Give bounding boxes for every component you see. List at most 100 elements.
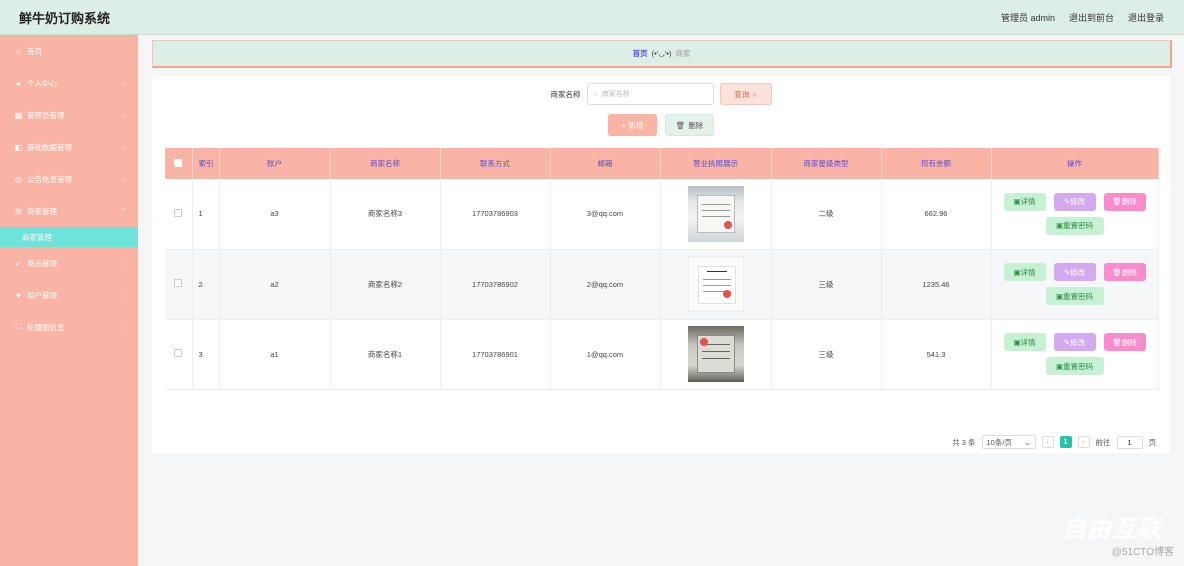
page-size-select[interactable]: 10条/页 ⌄ <box>981 435 1036 449</box>
sidebar-item-label: 首页 <box>27 46 42 56</box>
col-header[interactable]: 商家星级类型 <box>771 148 882 179</box>
cell-index: 2 <box>192 249 220 320</box>
edit-button[interactable]: ✎ 修改 <box>1053 192 1096 211</box>
batch-delete-button[interactable]: 🗑 删除 <box>665 114 714 136</box>
sidebar-item-label: 轮播图信息 <box>27 322 65 332</box>
chevron-down-icon: ⌄ <box>120 324 126 331</box>
delete-label: 删除 <box>1121 267 1137 277</box>
col-header: 营业执照展示 <box>660 148 772 179</box>
detail-label: 详情 <box>1020 267 1036 277</box>
cell-email: 2@qq.com <box>550 249 661 320</box>
delete-button[interactable]: 🗑 删除 <box>1103 333 1146 351</box>
cell-ops: ▣ 详情 ✎ 修改 🗑 删除 ▣ 重置密码 <box>991 319 1159 390</box>
sidebar-item-profile[interactable]: ● 个人中心 ⌄ <box>0 67 138 99</box>
page-number-current[interactable]: 1 <box>1059 436 1072 448</box>
cell-balance: 662.96 <box>881 179 992 250</box>
app-title: 鲜牛奶订购系统 <box>19 10 111 26</box>
sidebar-item-basic-data[interactable]: ◧ 基础数据管理 ⌄ <box>0 131 138 163</box>
sidebar-item-home[interactable]: ⌂ 首页 <box>0 35 138 67</box>
row-checkbox[interactable] <box>174 208 183 217</box>
edit-label: 修改 <box>1070 197 1086 207</box>
detail-button[interactable]: ▣ 详情 <box>1003 192 1046 211</box>
notice-icon: ◎ <box>15 174 22 184</box>
watermark-logo: 自由互联 <box>1062 516 1162 543</box>
watermark-source: @51CTO博客 <box>1111 547 1174 558</box>
row-checkbox[interactable] <box>174 349 183 357</box>
sidebar-item-goods[interactable]: ➶ 商品管理 ⌄ <box>0 247 138 279</box>
logout-link[interactable]: 退出登录 <box>1128 11 1164 24</box>
license-seal <box>699 338 708 346</box>
current-user-label: 管理员 admin <box>1000 12 1055 23</box>
goto-label: 前往 <box>1095 437 1111 447</box>
cell-name: 商家名称3 <box>330 179 441 250</box>
delete-button[interactable]: 🗑 删除 <box>1103 263 1146 281</box>
table-header-row: 索引 账户 商家名称 联系方式 邮箱 营业执照展示 商家星级类型 现有余额 操作 <box>165 148 1159 179</box>
row-actions: ▣ 详情 ✎ 修改 🗑 删除 ▣ 重置密码 <box>992 333 1158 375</box>
col-header[interactable]: 现有余额 <box>881 148 992 179</box>
data-icon: ◧ <box>14 142 23 152</box>
sidebar-item-users[interactable]: ♥ 用户管理 ⌄ <box>0 279 138 311</box>
row-select-cell[interactable] <box>165 179 193 250</box>
sidebar-item-notice[interactable]: ◎ 公告信息管理 ⌄ <box>0 163 138 195</box>
sidebar-item-label: 商家管理 <box>27 206 57 216</box>
reset-password-button[interactable]: ▣ 重置密码 <box>1045 216 1104 235</box>
edit-label: 修改 <box>1070 267 1086 277</box>
to-front-link[interactable]: 退出到前台 <box>1069 11 1114 24</box>
next-page-button[interactable]: › <box>1077 436 1090 448</box>
select-all-cell[interactable] <box>165 148 193 179</box>
cell-name: 商家名称1 <box>330 319 441 390</box>
delete-button[interactable]: 🗑 删除 <box>1103 192 1146 211</box>
sidebar-item-merchant[interactable]: ⊞ 商家管理 ⌃ <box>0 195 138 227</box>
reset-password-button[interactable]: ▣ 重置密码 <box>1045 357 1104 375</box>
cell-phone: 17703786903 <box>440 179 551 250</box>
search-icon: ○ <box>752 89 757 99</box>
reset-label: 重置密码 <box>1063 291 1094 301</box>
row-checkbox[interactable] <box>174 279 183 287</box>
edit-button[interactable]: ✎ 修改 <box>1053 333 1096 351</box>
sidebar-subitem-merchant-manage[interactable]: 商家管理 <box>0 227 138 247</box>
sidebar-item-carousel[interactable]: ⛶ 轮播图信息 ⌄ <box>0 311 138 343</box>
trash-icon: 🗑 <box>675 120 686 130</box>
detail-button[interactable]: ▣ 详情 <box>1003 263 1046 281</box>
col-header: 索引 <box>192 148 220 179</box>
breadcrumb-home[interactable]: 首页 <box>633 48 648 59</box>
col-header[interactable]: 账户 <box>219 148 331 179</box>
select-all-checkbox[interactable] <box>174 158 183 167</box>
col-header[interactable]: 联系方式 <box>440 148 551 179</box>
col-header[interactable]: 商家名称 <box>330 148 441 179</box>
goto-page-input[interactable]: 1 <box>1116 435 1143 449</box>
license-image[interactable] <box>687 256 744 312</box>
row-select-cell[interactable] <box>165 319 193 390</box>
query-button-label: 查询 <box>734 89 750 99</box>
main-content: 首页 (•'◡'•) 商家 商家名称 ○ 商家名称 查询 ○ + 新增 🗑 删除 <box>152 40 1172 453</box>
col-header[interactable]: 邮箱 <box>550 148 661 179</box>
home-icon: ⌂ <box>16 46 21 56</box>
license-line <box>701 351 730 352</box>
chevron-up-icon: ⌃ <box>120 208 126 215</box>
cell-level: 三级 <box>771 319 882 390</box>
search-placeholder: 商家名称 <box>601 91 630 98</box>
cell-account: a1 <box>219 319 331 390</box>
user-icon: ● <box>16 78 21 88</box>
users-icon: ♥ <box>16 290 21 300</box>
detail-button[interactable]: ▣ 详情 <box>1003 333 1046 351</box>
breadcrumb-current: 商家 <box>675 49 691 58</box>
license-line <box>701 203 730 205</box>
row-select-cell[interactable] <box>165 249 193 320</box>
sidebar-item-admin[interactable]: ▦ 管理员管理 ⌄ <box>0 99 138 131</box>
reset-password-button[interactable]: ▣ 重置密码 <box>1045 287 1104 305</box>
prev-page-button[interactable]: ‹ <box>1041 436 1054 448</box>
batch-delete-label: 删除 <box>688 120 704 130</box>
chevron-down-icon: ⌄ <box>120 176 126 183</box>
license-image[interactable] <box>687 326 744 382</box>
action-row: + 新增 🗑 删除 <box>152 114 1170 136</box>
sidebar-item-label: 管理员管理 <box>27 110 65 120</box>
query-button[interactable]: 查询 ○ <box>719 83 772 105</box>
edit-button[interactable]: ✎ 修改 <box>1053 263 1096 281</box>
chevron-down-icon: ⌄ <box>120 260 126 267</box>
license-image[interactable] <box>687 185 744 242</box>
search-input[interactable]: ○ 商家名称 <box>586 83 714 105</box>
row-actions: ▣ 详情 ✎ 修改 🗑 删除 ▣ 重置密码 <box>992 192 1158 235</box>
add-button[interactable]: + 新增 <box>608 114 657 136</box>
detail-label: 详情 <box>1020 197 1036 207</box>
